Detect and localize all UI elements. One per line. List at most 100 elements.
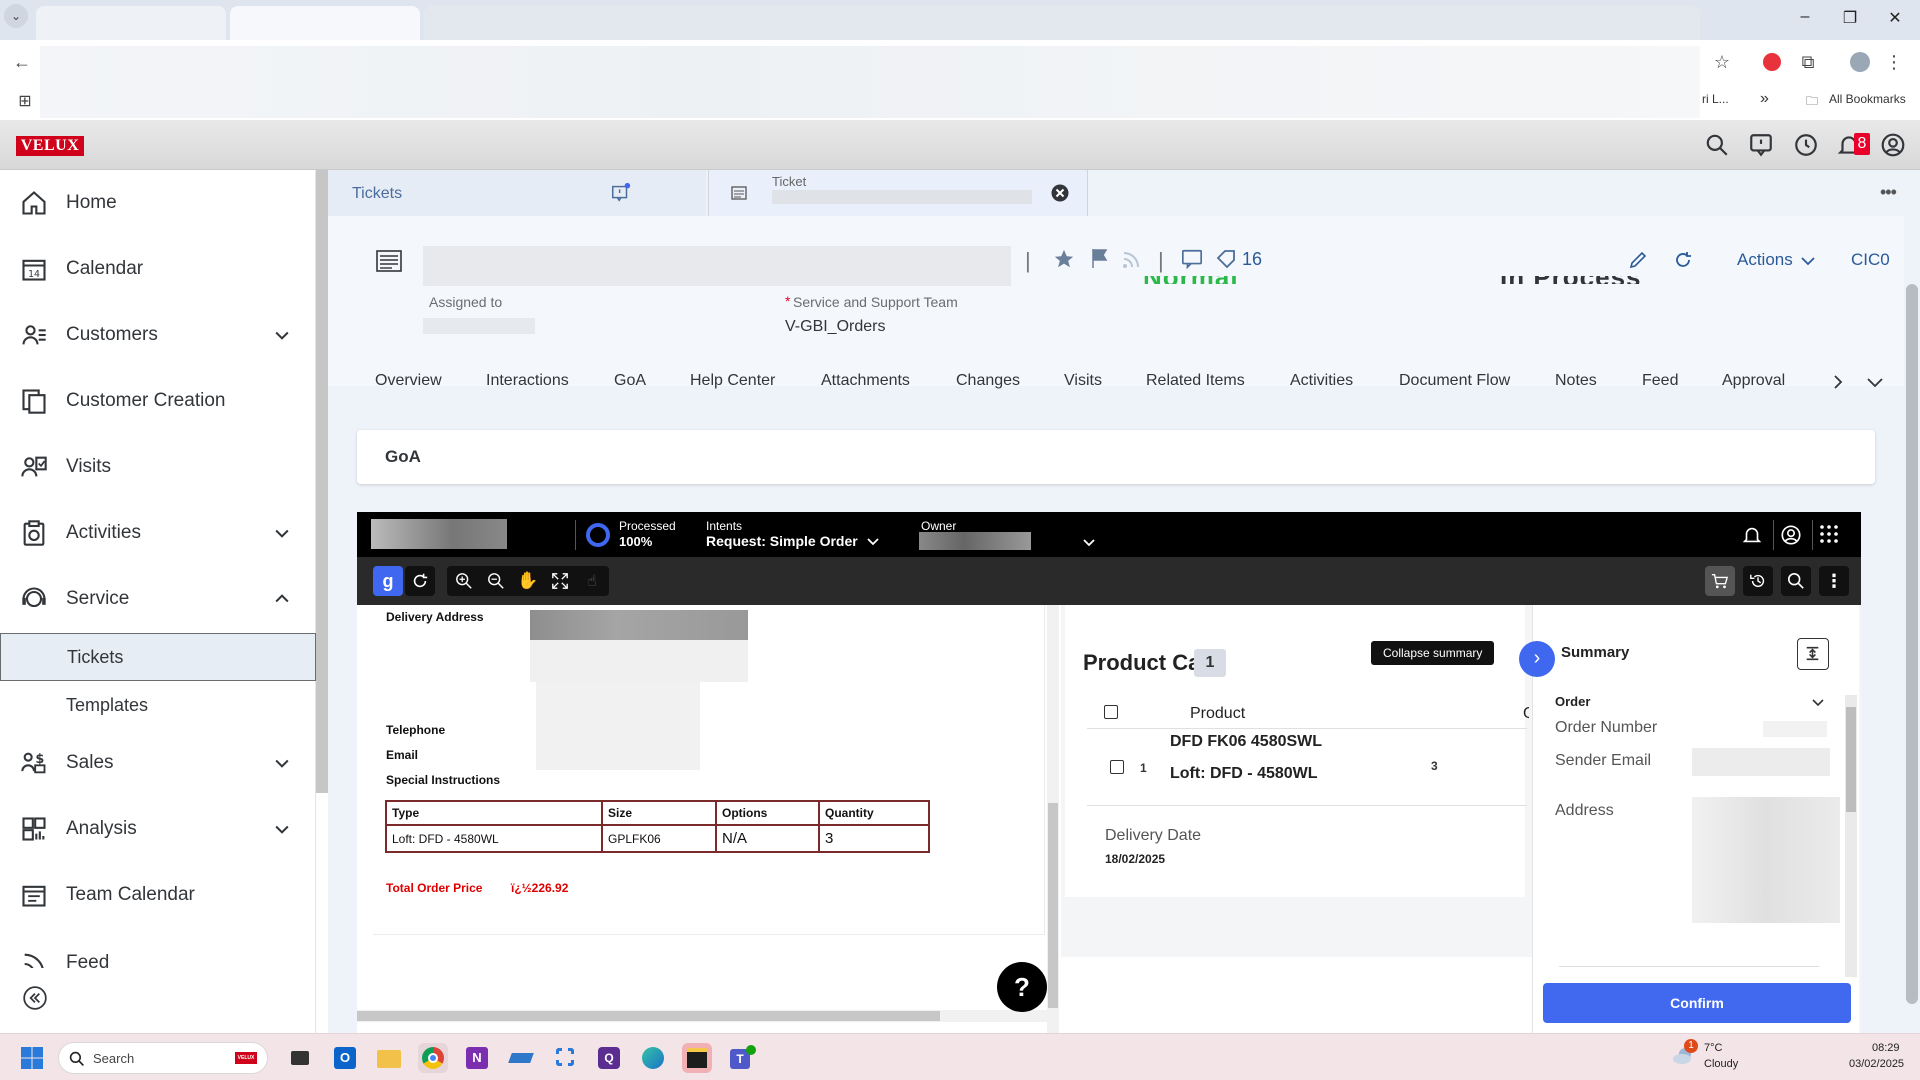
subtab-activities[interactable]: Activities xyxy=(1290,372,1353,390)
sidebar-item-tickets[interactable]: Tickets xyxy=(0,633,316,681)
sidebar-item-activities[interactable]: Activities xyxy=(0,500,316,566)
address-bar[interactable] xyxy=(40,46,1700,118)
chevron-down-icon[interactable] xyxy=(866,536,880,548)
zoom-out-icon[interactable] xyxy=(481,566,511,596)
bookmark-star-icon[interactable]: ☆ xyxy=(1708,48,1736,76)
chevron-down-icon[interactable] xyxy=(272,819,292,839)
subtab-goa[interactable]: GoA xyxy=(614,372,646,390)
visual-studio-icon[interactable]: Q xyxy=(594,1043,624,1073)
apps-grid-icon[interactable]: ⊞ xyxy=(12,88,38,114)
browser-tab[interactable] xyxy=(230,6,420,40)
back-arrow-icon[interactable]: ← xyxy=(8,48,36,76)
subtab-related-items[interactable]: Related Items xyxy=(1146,372,1245,390)
subtab-help-center[interactable]: Help Center xyxy=(690,372,775,390)
sidebar-item-calendar[interactable]: 14 Calendar xyxy=(0,236,316,302)
bell-icon[interactable] xyxy=(1741,524,1763,546)
feedback-icon[interactable] xyxy=(1748,132,1774,158)
subtab-notes[interactable]: Notes xyxy=(1555,372,1597,390)
chevron-down-icon[interactable] xyxy=(1811,697,1825,709)
sidebar-item-templates[interactable]: Templates xyxy=(0,682,316,730)
weather-description[interactable]: Cloudy xyxy=(1704,1058,1738,1070)
document-vertical-scrollbar[interactable] xyxy=(1047,605,1059,1033)
edit-pencil-icon[interactable] xyxy=(1628,250,1648,270)
actions-button[interactable]: Actions xyxy=(1737,250,1793,270)
subtab-interactions[interactable]: Interactions xyxy=(486,372,569,390)
chevron-down-icon[interactable] xyxy=(1866,376,1884,390)
tab-tickets[interactable]: Tickets xyxy=(328,170,706,216)
profile-avatar-icon[interactable] xyxy=(1846,48,1874,76)
workspace-scrollbar[interactable] xyxy=(1904,216,1920,1006)
more-options-icon[interactable]: ⋮ xyxy=(1819,566,1849,596)
file-explorer-icon[interactable] xyxy=(374,1043,404,1073)
collapse-sidebar-icon[interactable] xyxy=(22,985,48,1011)
user-profile-icon[interactable] xyxy=(1880,132,1906,158)
scrollbar-thumb[interactable] xyxy=(1048,803,1058,1008)
chevron-down-icon[interactable] xyxy=(1800,254,1816,268)
sidebar-item-customer-creation[interactable]: Customer Creation xyxy=(0,368,316,434)
scrollbar-thumb[interactable] xyxy=(357,1011,940,1021)
browser-tab[interactable] xyxy=(424,6,1700,40)
close-window-button[interactable]: ✕ xyxy=(1880,8,1910,28)
apps-grid-icon[interactable] xyxy=(1819,524,1839,544)
fit-screen-icon[interactable] xyxy=(545,566,575,596)
flag-icon[interactable] xyxy=(1090,247,1110,269)
confirm-button[interactable]: Confirm xyxy=(1543,983,1851,1023)
all-bookmarks[interactable]: All Bookmarks xyxy=(1829,92,1906,106)
sidebar-item-home[interactable]: Home xyxy=(0,170,316,236)
sidebar-item-analysis[interactable]: Analysis xyxy=(0,796,316,862)
refresh-icon[interactable] xyxy=(405,566,435,596)
tab-search-button[interactable]: ⌄ xyxy=(4,4,28,28)
windows-start-icon[interactable] xyxy=(20,1046,44,1070)
search-icon[interactable] xyxy=(1781,566,1811,596)
sidebar-item-visits[interactable]: Visits xyxy=(0,434,316,500)
user-profile-icon[interactable] xyxy=(1780,524,1802,546)
subtab-approval[interactable]: Approval xyxy=(1722,372,1785,390)
onenote-icon[interactable]: N xyxy=(462,1043,492,1073)
browser-menu-icon[interactable]: ⋮ xyxy=(1880,48,1908,76)
chevron-up-icon[interactable] xyxy=(272,589,292,609)
document-horizontal-scrollbar[interactable] xyxy=(357,1010,1047,1022)
task-view-icon[interactable] xyxy=(284,1043,314,1073)
outlook-icon[interactable]: O xyxy=(330,1043,360,1073)
app-icon-stack[interactable] xyxy=(506,1043,536,1073)
chevron-right-icon[interactable] xyxy=(1830,373,1846,391)
bookmarks-overflow[interactable]: » xyxy=(1760,90,1769,108)
chevron-down-icon[interactable] xyxy=(272,523,292,543)
cart-icon[interactable] xyxy=(1705,566,1735,596)
sidebar-item-feed[interactable]: Feed xyxy=(0,928,316,968)
sidebar-item-team-calendar[interactable]: Team Calendar xyxy=(0,862,316,928)
sidebar-item-sales[interactable]: $ Sales xyxy=(0,730,316,796)
item-checkbox[interactable] xyxy=(1110,760,1124,774)
goa-logo-button[interactable]: g xyxy=(373,566,403,596)
scrollbar-thumb[interactable] xyxy=(1906,284,1918,1004)
rss-follow-icon[interactable] xyxy=(1121,250,1141,270)
sidebar-item-service[interactable]: Service xyxy=(0,566,316,632)
collapse-summary-button[interactable]: › xyxy=(1519,641,1555,677)
teams-icon[interactable]: T xyxy=(726,1043,756,1073)
chrome-icon[interactable] xyxy=(418,1043,448,1073)
taskbar-search[interactable]: Search VELUX xyxy=(58,1042,268,1074)
subtab-document-flow[interactable]: Document Flow xyxy=(1399,372,1510,390)
summary-scrollbar[interactable] xyxy=(1845,695,1857,977)
tab-ticket[interactable]: Ticket xyxy=(708,170,1088,216)
intents-value[interactable]: Request: Simple Order xyxy=(706,533,858,549)
browser-tab[interactable] xyxy=(36,6,226,40)
subtab-attachments[interactable]: Attachments xyxy=(821,372,910,390)
owner-value-redacted[interactable] xyxy=(919,532,1031,550)
clock-time[interactable]: 08:29 xyxy=(1872,1042,1900,1054)
subtab-feed[interactable]: Feed xyxy=(1642,372,1678,390)
weather-temperature[interactable]: 7°C xyxy=(1704,1042,1722,1054)
chevron-down-icon[interactable] xyxy=(272,753,292,773)
comment-icon[interactable] xyxy=(1181,248,1203,270)
chat-notification-icon[interactable] xyxy=(610,182,632,204)
sidebar-scrollbar[interactable] xyxy=(316,170,328,793)
search-icon[interactable] xyxy=(1704,132,1730,158)
minimize-button[interactable]: – xyxy=(1790,8,1820,26)
user-code[interactable]: CIC0 xyxy=(1851,250,1890,270)
refresh-icon[interactable] xyxy=(1673,250,1693,270)
expand-collapse-icon[interactable] xyxy=(1797,638,1829,670)
sidebar-item-customers[interactable]: Customers xyxy=(0,302,316,368)
chevron-down-icon[interactable] xyxy=(272,325,292,345)
extension-red-icon[interactable] xyxy=(1758,48,1786,76)
chevron-down-icon[interactable] xyxy=(1082,537,1096,549)
